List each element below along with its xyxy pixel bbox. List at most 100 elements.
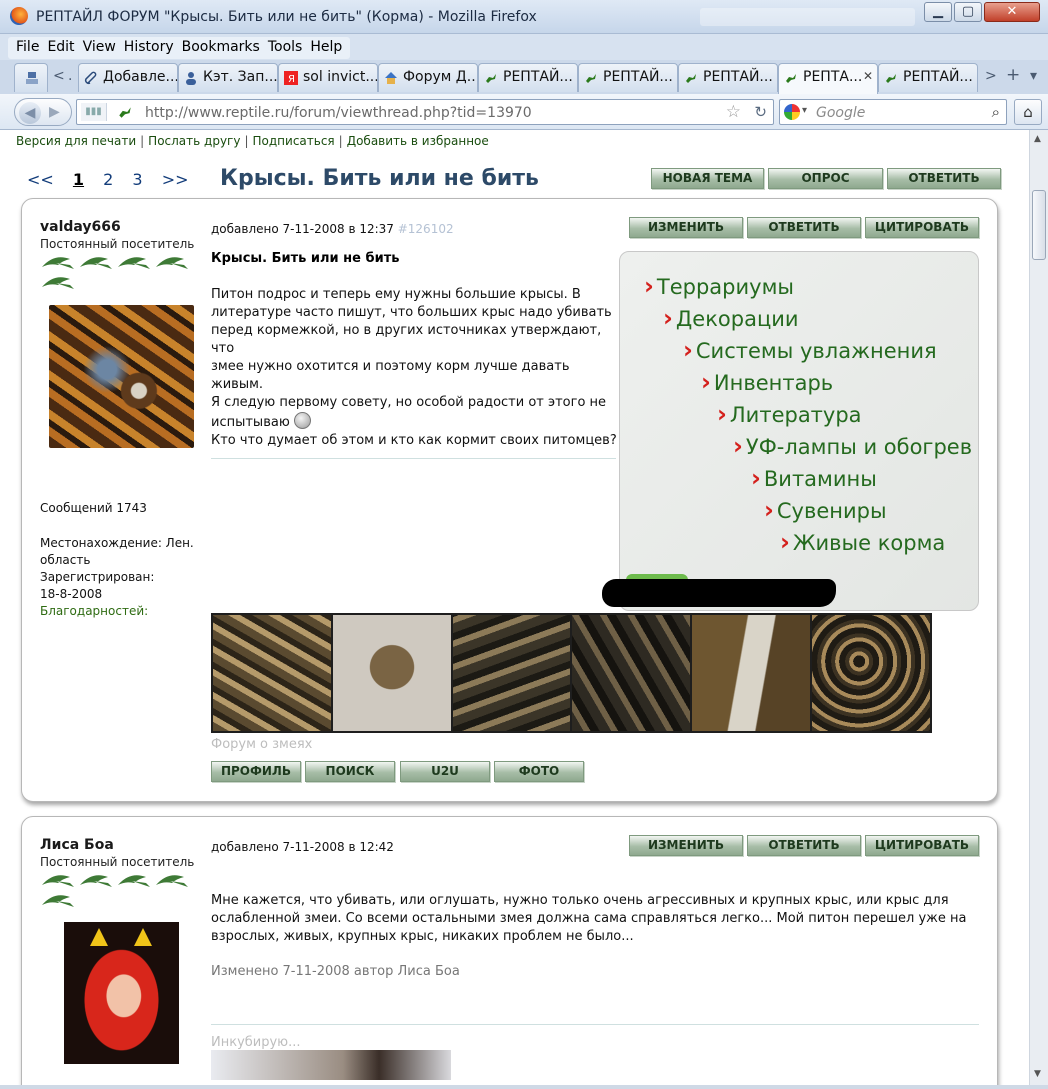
back-forward-group: ◀ ▶	[14, 98, 72, 126]
menu-view[interactable]: View	[79, 37, 120, 59]
google-icon[interactable]	[784, 104, 800, 120]
bookmark-star-icon[interactable]: ☆	[726, 102, 741, 122]
tab-3[interactable]: Я sol invict...	[278, 63, 378, 92]
ad-menu-item[interactable]: УФ-лампы и обогрев	[733, 432, 972, 460]
home-button[interactable]: ⌂	[1014, 99, 1042, 125]
post-author[interactable]: Лиса Боа	[40, 837, 114, 853]
quote-button[interactable]: ЦИТИРОВАТЬ	[865, 835, 979, 856]
signature-image	[211, 1050, 451, 1080]
reply-button[interactable]: ОТВЕТИТЬ	[747, 835, 861, 856]
close-window-button[interactable]: ✕	[984, 2, 1040, 22]
tab-9[interactable]: РЕПТАЙ...	[878, 63, 978, 92]
new-topic-button[interactable]: НОВАЯ ТЕМА	[651, 168, 764, 189]
poll-button[interactable]: ОПРОС	[768, 168, 883, 189]
tab-scroll-right-button[interactable]: >	[985, 68, 997, 84]
vertical-scrollbar[interactable]: ▲ ▼	[1029, 130, 1048, 1085]
pagination: << 1 2 3 >>	[27, 170, 203, 189]
signature-link[interactable]: Форум о змеях	[211, 737, 312, 752]
back-button[interactable]: ◀	[19, 102, 41, 124]
tab-7[interactable]: РЕПТАЙ...	[678, 63, 778, 92]
post-body-line: Кто что думает об этом и кто как кормит …	[211, 433, 617, 448]
search-input[interactable]: Google	[816, 105, 865, 121]
post-body: Мне кажется, что убивать, или оглушать, …	[211, 892, 981, 946]
post-body-line: Я следую первому совету, но особой радос…	[211, 395, 607, 410]
redaction-mark	[602, 579, 836, 607]
post-id-link[interactable]: #126102	[398, 222, 454, 236]
profile-button[interactable]: ПРОФИЛЬ	[211, 761, 301, 782]
search-user-button[interactable]: ПОИСК	[305, 761, 395, 782]
post: Лиса Боа Постоянный посетитель добавлено…	[21, 816, 998, 1085]
send-friend-link[interactable]: Послать другу	[148, 134, 240, 148]
edit-button[interactable]: ИЗМЕНИТЬ	[629, 835, 743, 856]
maximize-button[interactable]: ▢	[954, 2, 982, 22]
top-links: Версия для печати | Послать другу | Подписат…	[16, 134, 489, 148]
new-tab-button[interactable]: +	[1006, 65, 1020, 85]
scrollbar-thumb[interactable]	[1032, 190, 1046, 260]
scroll-up-icon[interactable]: ▲	[1034, 134, 1041, 144]
ad-menu-item[interactable]: Литература	[717, 400, 862, 428]
tab-pinned[interactable]	[14, 63, 48, 92]
page-1-link[interactable]: 1	[73, 170, 84, 189]
ad-banner[interactable]: Террариумы Декорации Системы увлажнения …	[619, 251, 979, 611]
ad-menu-item[interactable]: Сувениры	[764, 496, 887, 524]
tab-6[interactable]: РЕПТАЙ...	[578, 63, 678, 92]
navigation-toolbar: ◀ ▶ ▮▮▮ http://www.reptile.ru/forum/view…	[0, 94, 1048, 130]
tab-2[interactable]: Кэт. Зап...	[178, 63, 278, 92]
person-icon	[186, 72, 196, 85]
ad-menu-item[interactable]: Витамины	[751, 464, 877, 492]
search-icon[interactable]: ⌕	[992, 103, 1000, 121]
photo-button[interactable]: ФОТО	[494, 761, 584, 782]
page-2-link[interactable]: 2	[103, 170, 113, 189]
ad-menu-item[interactable]: Инвентарь	[701, 368, 833, 396]
lizard-icon	[486, 74, 496, 83]
ad-menu-item[interactable]: Террариумы	[644, 272, 794, 300]
ad-menu-item[interactable]: Системы увлажнения	[683, 336, 937, 364]
page-first-link[interactable]: <<	[27, 170, 54, 189]
menu-file[interactable]: File	[12, 37, 43, 59]
post-author[interactable]: valday666	[40, 219, 121, 235]
reply-button[interactable]: ОТВЕТИТЬ	[747, 217, 861, 238]
url-text[interactable]: http://www.reptile.ru/forum/viewthread.p…	[145, 105, 532, 121]
chevron-down-icon[interactable]: ▾	[802, 105, 807, 116]
page-last-link[interactable]: >>	[162, 170, 189, 189]
yandex-icon: Я	[284, 71, 298, 85]
search-bar[interactable]: ▾ Google ⌕	[779, 99, 1007, 125]
menu-help[interactable]: Help	[306, 37, 346, 59]
tab-6-label: РЕПТАЙ...	[603, 69, 673, 85]
forward-button[interactable]: ▶	[49, 104, 60, 120]
tab-1[interactable]: Добавле...	[78, 63, 178, 92]
scroll-down-icon[interactable]: ▼	[1034, 1069, 1041, 1079]
tab-8-active[interactable]: РЕПТА... ✕	[778, 63, 878, 94]
ad-menu-item[interactable]: Живые корма	[780, 528, 945, 556]
menu-bookmarks[interactable]: Bookmarks	[178, 37, 264, 59]
close-tab-icon[interactable]: ✕	[863, 69, 873, 83]
signature-image-strip[interactable]	[211, 613, 932, 733]
menu-bar: File Edit View History Bookmarks Tools H…	[0, 34, 1048, 60]
post-body-line: перед кормежкой, но в других источниках …	[211, 323, 602, 356]
print-version-link[interactable]: Версия для печати	[16, 134, 136, 148]
tab-list-button[interactable]: ▾	[1030, 68, 1037, 84]
edit-button[interactable]: ИЗМЕНИТЬ	[629, 217, 743, 238]
horn-decoration	[90, 928, 108, 946]
subscribe-link[interactable]: Подписаться	[253, 134, 335, 148]
tab-5[interactable]: РЕПТАЙ...	[478, 63, 578, 92]
tab-scroll-left-button[interactable]: <	[53, 68, 65, 84]
message-count: Сообщений 1743	[40, 501, 147, 515]
add-favorites-link[interactable]: Добавить в избранное	[347, 134, 489, 148]
menu-history[interactable]: History	[120, 37, 178, 59]
u2u-button[interactable]: U2U	[400, 761, 490, 782]
url-bar[interactable]: ▮▮▮ http://www.reptile.ru/forum/viewthre…	[76, 99, 774, 125]
page-3-link[interactable]: 3	[132, 170, 142, 189]
quote-button[interactable]: ЦИТИРОВАТЬ	[865, 217, 979, 238]
reload-icon[interactable]: ↻	[754, 103, 767, 121]
site-identity-icon[interactable]: ▮▮▮	[81, 103, 107, 121]
minimize-button[interactable]: ▁	[924, 2, 952, 22]
ad-menu-item[interactable]: Декорации	[663, 304, 799, 332]
tab-4[interactable]: Форум Д...	[378, 63, 478, 92]
menu-edit[interactable]: Edit	[43, 37, 78, 59]
menu-tools[interactable]: Tools	[264, 37, 307, 59]
signature-text: Инкубирую...	[211, 1035, 301, 1050]
thread-reply-button[interactable]: ОТВЕТИТЬ	[887, 168, 1001, 189]
paperclip-icon	[84, 71, 97, 85]
post-body: Питон подрос и теперь ему нужны большие …	[211, 286, 621, 450]
